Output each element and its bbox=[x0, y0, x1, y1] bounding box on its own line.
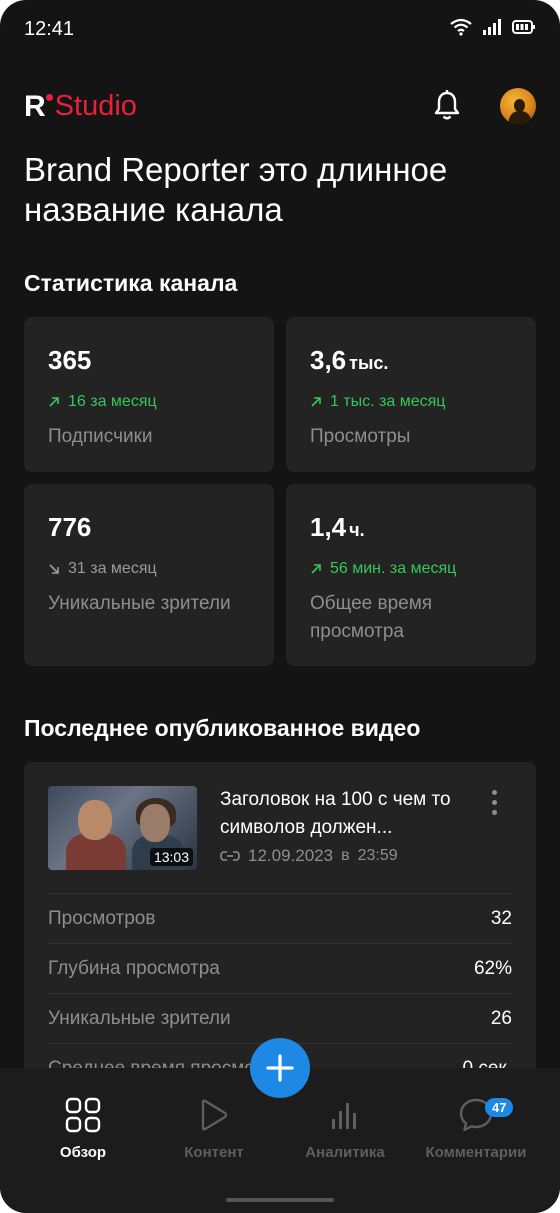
stat-label: Подписчики bbox=[48, 426, 153, 447]
avatar[interactable] bbox=[500, 88, 536, 124]
arrow-up-right-icon bbox=[49, 397, 59, 407]
stat-label: Просмотры bbox=[310, 426, 411, 447]
link-icon bbox=[220, 851, 240, 861]
stat-delta: 56 мин. за месяц bbox=[310, 560, 456, 578]
wifi-icon bbox=[450, 18, 472, 36]
nav-item-analytics[interactable]: Аналитика bbox=[285, 1096, 405, 1161]
video-meta: 12.09.2023 в 23:59 bbox=[220, 846, 398, 866]
battery-icon bbox=[512, 20, 535, 34]
nav-item-comments[interactable]: 47 Комментарии bbox=[416, 1096, 536, 1161]
nav-label: Аналитика bbox=[305, 1144, 385, 1161]
logo-r: R bbox=[24, 90, 46, 123]
stat-label: Уникальные зрители bbox=[48, 593, 231, 614]
app-screen: 12:41 R Studio Brand Reporter это длинно… bbox=[0, 0, 560, 1213]
more-options-icon[interactable] bbox=[486, 790, 502, 818]
video-stat-row: Глубина просмотра 62% bbox=[48, 943, 512, 993]
stat-value: 1,4 ч. bbox=[310, 512, 365, 542]
stat-card-views[interactable]: 3,6 тыс. 1 тыс. за месяц Просмотры bbox=[286, 317, 536, 472]
status-icons bbox=[450, 18, 536, 36]
stat-delta: 16 за месяц bbox=[48, 393, 157, 411]
latest-video-section-title: Последнее опубликованное видео bbox=[24, 715, 421, 741]
logo-dot bbox=[45, 94, 53, 101]
nav-label: Обзор bbox=[59, 1144, 107, 1161]
row-label: Глубина просмотра bbox=[48, 957, 220, 979]
nav-item-content[interactable]: Контент bbox=[154, 1096, 274, 1161]
nav-label: Контент bbox=[184, 1144, 244, 1161]
channel-title: Brand Reporter это длинное название кана… bbox=[24, 151, 448, 228]
video-date: 12.09.2023 bbox=[248, 846, 334, 865]
video-time-prefix: в bbox=[341, 847, 350, 864]
row-value: 62% bbox=[473, 957, 512, 979]
row-label: Уникальные зрители bbox=[48, 1007, 231, 1029]
plus-icon bbox=[266, 1054, 294, 1082]
video-title[interactable]: Заголовок на 100 с чем то символов долже… bbox=[220, 786, 470, 842]
row-value: 26 bbox=[490, 1007, 512, 1029]
thumb-figure bbox=[140, 804, 170, 842]
stat-value: 776 bbox=[48, 512, 92, 542]
row-value: 32 bbox=[490, 907, 512, 929]
app-header: R Studio bbox=[0, 80, 560, 136]
arrow-down-right-icon bbox=[49, 564, 59, 574]
avatar-shoulders bbox=[509, 111, 531, 124]
arrow-up-right-icon bbox=[311, 397, 321, 407]
bar-chart-icon bbox=[332, 1103, 356, 1129]
stat-value: 3,6 тыс. bbox=[310, 345, 389, 375]
logo-studio: Studio bbox=[54, 90, 137, 122]
video-stat-row: Уникальные зрители 26 bbox=[48, 993, 512, 1043]
stats-section-title: Статистика канала bbox=[24, 270, 238, 296]
home-indicator bbox=[226, 1198, 334, 1202]
comments-badge: 47 bbox=[485, 1098, 514, 1117]
nav-item-overview[interactable]: Обзор bbox=[23, 1096, 143, 1161]
rstudio-logo: R Studio bbox=[24, 90, 137, 124]
status-time: 12:41 bbox=[24, 18, 75, 40]
arrow-up-right-icon bbox=[311, 564, 321, 574]
grid-icon bbox=[65, 1097, 101, 1133]
bell-icon[interactable] bbox=[430, 88, 464, 122]
stat-label: Общее время просмотра bbox=[310, 593, 433, 642]
stat-card-unique-viewers[interactable]: 776 31 за месяц Уникальные зрители bbox=[24, 484, 274, 666]
stat-delta: 31 за месяц bbox=[48, 560, 157, 578]
stat-value: 365 bbox=[48, 345, 92, 375]
signal-icon bbox=[483, 19, 501, 35]
stat-delta: 1 тыс. за месяц bbox=[310, 393, 445, 411]
status-bar: 12:41 bbox=[0, 0, 560, 62]
stat-card-watch-time[interactable]: 1,4 ч. 56 мин. за месяц Общее время просм… bbox=[286, 484, 536, 666]
video-time: 23:59 bbox=[357, 847, 398, 864]
stat-card-subscribers[interactable]: 365 16 за месяц Подписчики bbox=[24, 317, 274, 472]
nav-label: Комментарии bbox=[425, 1144, 527, 1161]
thumb-figure bbox=[78, 800, 112, 840]
add-button[interactable] bbox=[250, 1038, 310, 1098]
row-label: Просмотров bbox=[48, 907, 156, 929]
play-icon bbox=[201, 1099, 228, 1131]
video-duration: 13:03 bbox=[149, 848, 193, 866]
video-thumbnail[interactable]: 13:03 bbox=[48, 786, 197, 870]
video-stat-row: Просмотров 32 bbox=[48, 893, 512, 943]
